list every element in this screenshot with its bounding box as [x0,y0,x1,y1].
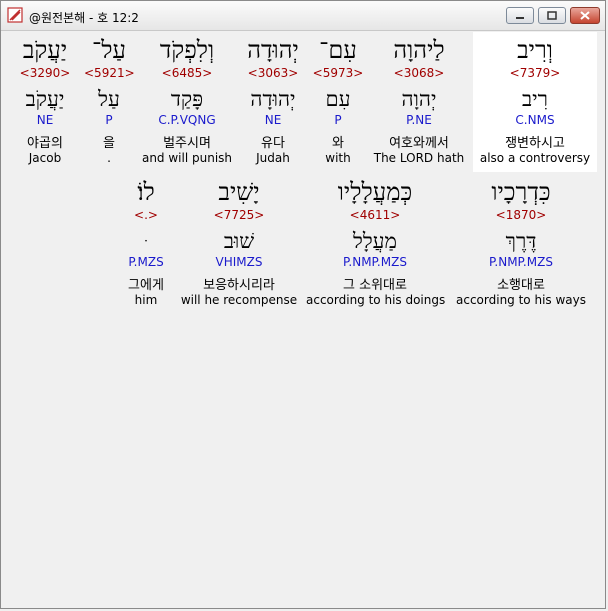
word-cell[interactable]: יַעֲקֹב <3290> יַעֲקֹב NE 야곱의 Jacob [10,32,80,172]
english-gloss: according to his doings [306,293,446,307]
hebrew-word: לוֹ׃ [137,178,155,206]
english-gloss: and will punish [141,151,233,165]
english-gloss: according to his ways [456,293,586,307]
korean-gloss: 보응하시리라 [203,278,275,293]
hebrew-word: יְהוּדָה [247,36,299,64]
hebrew-word: עַל־ [92,36,126,64]
korean-gloss: 유다 [261,136,285,151]
minimize-icon [516,16,524,19]
morphology-code: VHIMZS [215,255,263,269]
strong-number: <6485> [161,66,213,80]
maximize-icon [547,11,557,20]
morphology-code: P [334,113,342,127]
hebrew-lemma: פָּקַד [170,87,204,111]
hebrew-word: לַיהוָה [393,36,445,64]
strong-number: <1870> [495,208,547,222]
hebrew-word: וְלִפְקֹד [159,36,215,64]
morphology-code: C.P.VQNG [158,113,216,127]
korean-gloss: 소행대로 [497,278,545,293]
korean-gloss: 그 소위대로 [343,278,407,293]
hebrew-word: עִם־ [319,36,357,64]
word-cell[interactable]: לַיהוָה <3068> יְהוָה P.NE 여호와께서 The LOR… [369,32,469,172]
bible-window: @원전본해 - 호 12:2 וְרִיב <7379> רִיב C.NMS … [0,0,606,609]
app-logo-icon [7,7,23,23]
hebrew-word: כִּדְרָכָיו [491,178,551,206]
english-gloss: The LORD hath [373,151,465,165]
word-cell[interactable]: כִּדְרָכָיו <1870> דֶּרֶךְ P.NMP.MZS 소행대… [451,174,591,314]
strong-number: <5921> [84,66,135,80]
strong-number: <.> [134,208,158,222]
close-button[interactable] [570,7,600,24]
korean-gloss: 그에게 [128,278,164,293]
morphology-code: C.NMS [515,113,555,127]
word-cell[interactable]: וְרִיב <7379> רִיב C.NMS 쟁변하시고 also a co… [473,32,597,172]
morphology-code: P.NMP.MZS [489,255,553,269]
maximize-button[interactable] [538,7,566,24]
strong-number: <3063> [247,66,299,80]
word-cell[interactable]: עַל־ <5921> עַל P 을 . [84,32,135,172]
hebrew-lemma: רִיב [522,87,548,111]
strong-number: <7725> [213,208,265,222]
english-gloss: also a controversy [479,151,591,165]
korean-gloss: 쟁변하시고 [505,136,565,151]
hebrew-lemma: ּ [118,227,174,255]
strong-number: <3290> [19,66,71,80]
word-cell[interactable]: כְּמַעֲלָלָיו <4611> מַעֲלָל P.NMP.MZS 그… [306,174,446,314]
morphology-code: P.NMP.MZS [343,255,407,269]
korean-gloss: 벌주시며 [163,136,211,151]
window-title: @원전본해 - 호 12:2 [29,11,139,25]
hebrew-word: וְרִיב [517,36,553,64]
morphology-code: NE [36,113,54,127]
english-gloss: Jacob [28,151,62,165]
morphology-code: P.NE [406,113,432,127]
hebrew-lemma: מַעֲלָל [353,229,397,253]
hebrew-lemma: יַעֲקֹב [25,87,65,111]
strong-number: <5973> [312,66,364,80]
morphology-code: P.MZS [128,255,164,269]
strong-number: <4611> [349,208,401,222]
hebrew-lemma: שׁוּב [223,229,255,253]
hebrew-lemma: יְהוָה [401,87,437,111]
hebrew-word: יָשִׁיב [218,178,260,206]
title-bar[interactable]: @원전본해 - 호 12:2 [1,1,605,31]
korean-gloss: 여호와께서 [389,136,449,151]
english-gloss: . [107,151,111,165]
interlinear-panel: וְרִיב <7379> רִיב C.NMS 쟁변하시고 also a co… [6,32,602,605]
hebrew-lemma: יְהוּדָה [250,87,296,111]
hebrew-lemma: עִם [325,87,351,111]
word-cell[interactable]: יְהוּדָה <3063> יְהוּדָה NE 유다 Judah [238,32,308,172]
strong-number: <7379> [509,66,561,80]
english-gloss: will he recompense [180,293,298,307]
english-gloss: Judah [256,151,290,165]
hebrew-word: יַעֲקֹב [22,36,68,64]
word-cell[interactable]: יָשִׁיב <7725> שׁוּב VHIMZS 보응하시리라 will … [180,174,298,314]
hebrew-lemma: עַל [98,87,120,111]
minimize-button[interactable] [506,7,534,24]
word-cell[interactable]: וְלִפְקֹד <6485> פָּקַד C.P.VQNG 벌주시며 an… [139,32,235,172]
english-gloss: with [325,151,351,165]
hebrew-lemma: דֶּרֶךְ [505,229,537,253]
word-cell[interactable]: עִם־ <5973> עִם P 와 with [312,32,364,172]
strong-number: <3068> [393,66,445,80]
korean-gloss: 와 [332,136,344,151]
word-cell[interactable]: לוֹ׃ <.> ּ P.MZS 그에게 him [118,174,174,314]
close-icon [580,11,590,20]
morphology-code: P [105,113,113,127]
morphology-code: NE [264,113,282,127]
hebrew-word: כְּמַעֲלָלָיו [337,178,413,206]
english-gloss: him [134,293,158,307]
korean-gloss: 을 [103,136,115,151]
korean-gloss: 야곱의 [27,136,63,151]
